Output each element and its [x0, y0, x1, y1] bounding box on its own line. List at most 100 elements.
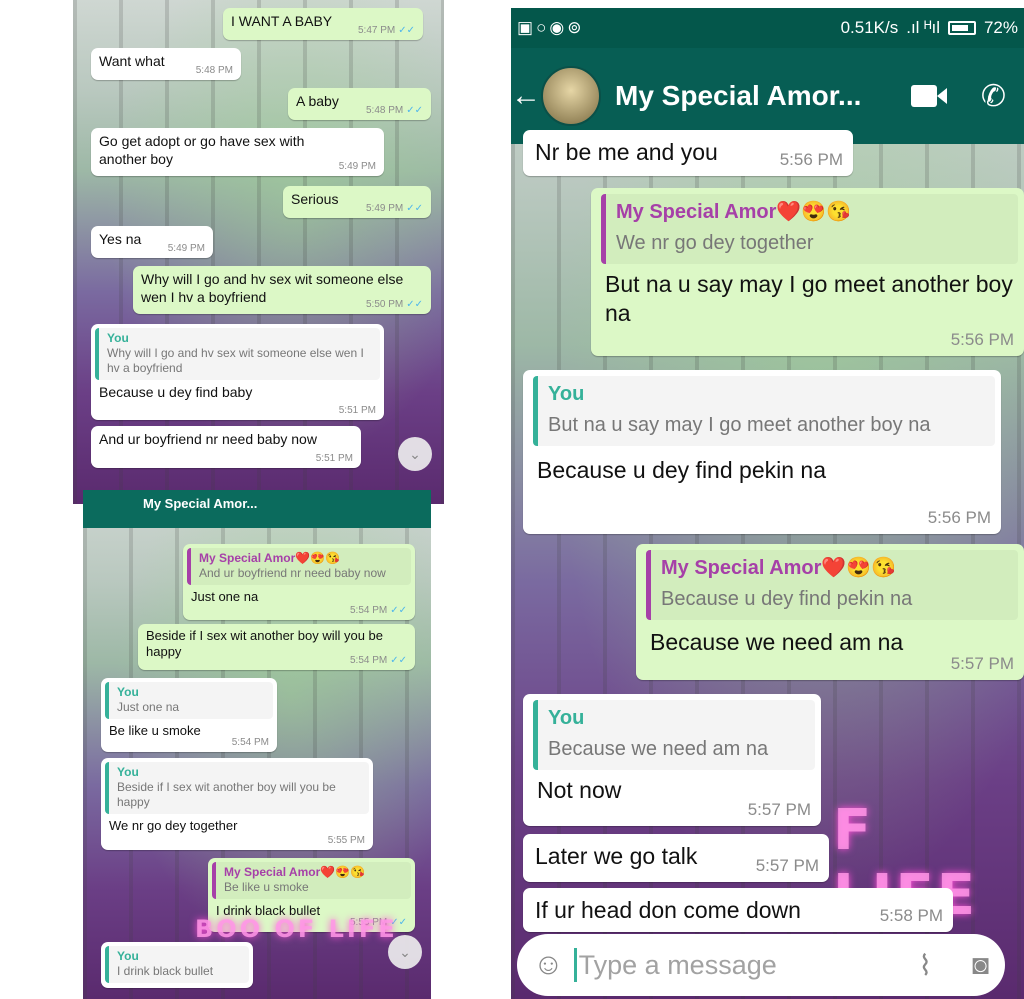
message-time: 5:48 PM — [195, 64, 233, 76]
back-arrow-icon[interactable]: ← — [511, 79, 541, 113]
message-meta: 5:55 PM ✓✓ — [350, 917, 407, 930]
message-bubble[interactable]: Go get adopt or go have sex with another… — [91, 128, 384, 176]
read-receipt-icon: ✓✓ — [406, 298, 423, 310]
message-time: 5:56 PM — [779, 149, 843, 169]
message-time: 5:49 PM — [338, 160, 376, 172]
message-text: Because u dey find baby — [99, 384, 253, 400]
quote-author: You — [548, 707, 585, 729]
message-bubble[interactable]: If ur head don come down 5:58 PM — [523, 888, 953, 932]
voice-call-icon[interactable]: ✆ — [981, 79, 1006, 114]
notification-icons: ▣ ○ ◉ ⊚ — [517, 18, 581, 38]
avatar[interactable] — [541, 66, 601, 126]
message-bubble[interactable]: Serious 5:49 PM ✓✓ — [283, 186, 431, 218]
message-bubble[interactable]: I WANT A BABY 5:47 PM ✓✓ — [223, 8, 423, 40]
app-notification-icon: ◉ — [549, 18, 565, 37]
read-receipt-icon: ✓✓ — [398, 24, 415, 36]
message-time: 5:57 PM — [950, 653, 1014, 673]
quote-text: Because we need am na — [548, 738, 769, 760]
quote-author: My Special Amor❤️😍😘 — [616, 201, 852, 223]
quote-text: Because u dey find pekin na — [661, 588, 913, 610]
chat-screenshot-2: My Special Amor... My Special Amor❤️😍😘 A… — [83, 490, 431, 999]
message-text: Go get adopt or go have sex with another… — [99, 133, 305, 167]
attach-icon[interactable]: ⌇ — [918, 949, 932, 982]
quoted-reply[interactable]: You I drink black bullet — [105, 946, 249, 983]
quoted-reply[interactable]: You Because we need am na — [533, 700, 815, 770]
chat-header: My Special Amor... — [83, 490, 431, 528]
message-text: But na u say may I go meet another boy n… — [605, 271, 1013, 326]
message-bubble[interactable]: Why will I go and hv sex wit someone els… — [133, 266, 431, 314]
scroll-down-icon[interactable]: ⌄ — [398, 437, 432, 471]
message-meta: 5:54 PM ✓✓ — [350, 655, 407, 668]
message-input[interactable]: Type a message — [579, 950, 777, 981]
read-receipt-icon: ✓✓ — [390, 604, 407, 616]
quoted-reply[interactable]: My Special Amor❤️😍😘 And ur boyfriend nr … — [187, 548, 411, 585]
message-bubble[interactable]: You Why will I go and hv sex wit someone… — [91, 324, 384, 420]
quote-text: And ur boyfriend nr need baby now — [199, 566, 386, 580]
camera-icon[interactable]: ◙ — [972, 949, 989, 982]
read-receipt-icon: ✓✓ — [390, 654, 407, 666]
read-receipt-icon: ✓✓ — [390, 916, 407, 928]
quote-author: You — [117, 685, 139, 699]
message-meta: 5:54 PM ✓✓ — [350, 605, 407, 618]
quote-author: You — [107, 331, 129, 345]
message-bubble[interactable]: Beside if I sex wit another boy will you… — [138, 624, 415, 670]
message-bubble[interactable]: Later we go talk 5:57 PM — [523, 834, 829, 882]
quote-author: You — [548, 383, 585, 405]
message-bubble[interactable]: You I drink black bullet — [101, 942, 253, 988]
quoted-reply[interactable]: You But na u say may I go meet another b… — [533, 376, 995, 446]
quoted-reply[interactable]: My Special Amor❤️😍😘 Be like u smoke — [212, 862, 411, 899]
quoted-reply[interactable]: You Just one na — [105, 682, 273, 719]
signal-icon: .ıl ᴴıl — [906, 18, 940, 37]
message-bubble[interactable]: My Special Amor❤️😍😘 Because u dey find p… — [636, 544, 1024, 680]
quote-text: I drink black bullet — [117, 964, 214, 978]
message-time: 5:56 PM — [950, 329, 1014, 349]
quote-author: You — [117, 765, 139, 779]
message-bubble[interactable]: You Because we need am na Not now 5:57 P… — [523, 694, 821, 826]
message-time: 5:51 PM — [315, 452, 353, 464]
message-time: 5:49 PM — [167, 242, 205, 254]
message-bubble[interactable]: You But na u say may I go meet another b… — [523, 370, 1001, 534]
contact-name[interactable]: My Special Amor... — [143, 496, 257, 511]
message-bubble[interactable]: A baby 5:48 PM ✓✓ — [288, 88, 431, 120]
emoji-icon[interactable]: ☺ — [533, 948, 564, 982]
quoted-reply[interactable]: You Beside if I sex wit another boy will… — [105, 762, 369, 814]
message-bubble[interactable]: You Beside if I sex wit another boy will… — [101, 758, 373, 850]
message-bubble[interactable]: My Special Amor❤️😍😘 And ur boyfriend nr … — [183, 544, 415, 620]
message-bubble[interactable]: Yes na 5:49 PM — [91, 226, 213, 258]
message-bubble[interactable]: And ur boyfriend nr need baby now 5:51 P… — [91, 426, 361, 468]
text-cursor — [573, 948, 577, 982]
quote-text: Be like u smoke — [224, 880, 309, 894]
quote-author: My Special Amor❤️😍😘 — [661, 557, 897, 579]
message-bubble[interactable]: You Just one na Be like u smoke 5:54 PM — [101, 678, 277, 752]
message-text: We nr go dey together — [109, 818, 238, 833]
scroll-down-icon[interactable]: ⌄ — [388, 935, 422, 969]
message-bubble[interactable]: My Special Amor❤️😍😘 Be like u smoke I dr… — [208, 858, 415, 932]
message-time: 5:55 PM — [349, 916, 388, 928]
message-text: Because u dey find pekin na — [537, 457, 826, 483]
quoted-reply[interactable]: You Why will I go and hv sex wit someone… — [95, 328, 380, 380]
quote-text: We nr go dey together — [616, 232, 814, 254]
settings-notification-icon: ⊚ — [567, 18, 582, 37]
message-time: 5:54 PM — [349, 654, 388, 666]
battery-level: 72% — [983, 18, 1018, 37]
message-text: And ur boyfriend nr need baby now — [99, 431, 317, 447]
quote-author: My Special Amor❤️😍😘 — [224, 865, 366, 879]
network-speed: 0.51K/s — [840, 18, 899, 37]
quoted-reply[interactable]: My Special Amor❤️😍😘 We nr go dey togethe… — [601, 194, 1018, 264]
message-time: 5:58 PM — [879, 905, 943, 925]
message-bubble[interactable]: Want what 5:48 PM — [91, 48, 241, 80]
message-bubble[interactable]: My Special Amor❤️😍😘 We nr go dey togethe… — [591, 188, 1024, 356]
status-bar: ▣ ○ ◉ ⊚ 0.51K/s .ıl ᴴıl 72% — [511, 8, 1024, 48]
message-time: 5:51 PM — [338, 404, 376, 416]
video-call-icon[interactable] — [910, 85, 947, 107]
message-time: 5:54 PM — [231, 736, 269, 748]
message-meta: 5:48 PM ✓✓ — [366, 105, 423, 118]
quote-text: Just one na — [117, 700, 180, 714]
quote-text: Beside if I sex wit another boy will you… — [117, 780, 336, 809]
quoted-reply[interactable]: My Special Amor❤️😍😘 Because u dey find p… — [646, 550, 1018, 620]
message-time: 5:54 PM — [349, 604, 388, 616]
message-bubble[interactable]: Nr be me and you 5:56 PM — [523, 130, 853, 176]
message-input-bar[interactable]: ☺ Type a message ⌇ ◙ — [517, 934, 1005, 996]
message-time: 5:47 PM — [357, 24, 396, 36]
contact-name[interactable]: My Special Amor... — [615, 80, 861, 112]
